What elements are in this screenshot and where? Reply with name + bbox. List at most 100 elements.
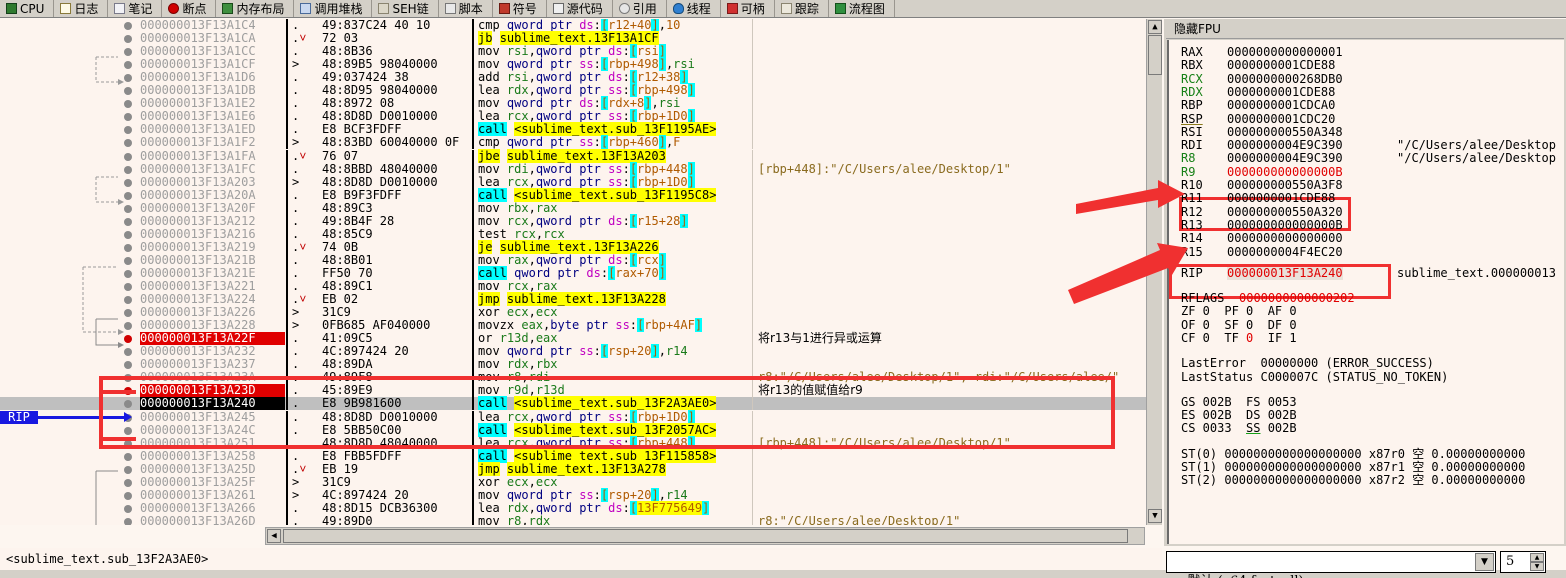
fpu-row[interactable]: ST(0) 0000000000000000000 x87r0 空 0.0000… (1169, 447, 1564, 461)
register-value[interactable]: 000000000550A348 (1227, 125, 1343, 139)
bookmark-dot-icon[interactable] (124, 465, 132, 474)
scroll-up-button[interactable]: ▲ (1148, 20, 1162, 34)
tab-引用[interactable]: 引用 (613, 0, 667, 17)
bookmark-dot-icon[interactable] (124, 256, 132, 265)
scroll-left-button[interactable]: ◀ (267, 529, 281, 543)
segment-row[interactable]: GS 002B FS 0053 (1169, 395, 1564, 409)
register-value[interactable]: 0000000000268DB0 (1227, 72, 1343, 86)
register-value[interactable]: 0000000001CDCA0 (1227, 99, 1335, 112)
bookmark-dot-icon[interactable] (124, 61, 132, 70)
tab-日志[interactable]: 日志 (54, 0, 109, 17)
calling-convention-combo[interactable]: 默认 (x64 fastcall) ▼ (1166, 551, 1496, 578)
bookmark-dot-icon[interactable] (124, 22, 132, 30)
register-row[interactable]: R15 0000000004F4EC20 (1169, 245, 1564, 259)
disassembly-vertical-scrollbar[interactable]: ▲ ▼ (1146, 19, 1162, 525)
tab-脚本[interactable]: 脚本 (439, 0, 493, 17)
tab-CPU[interactable]: CPU (0, 0, 55, 17)
disassembly-row[interactable]: 000000013F13A1F2 >48:83BD 60040000 0F cmp … (0, 135, 1162, 150)
register-row[interactable]: RDX 0000000001CDE88 (1169, 85, 1564, 99)
segment-row[interactable]: ES 002B DS 002B (1169, 409, 1564, 422)
register-value[interactable]: 0000000004F4EC20 (1227, 245, 1343, 259)
register-row-rflags[interactable]: RFLAGS 0000000000000202 (1169, 292, 1564, 305)
disassembly-row[interactable]: 000000013F13A245. 48:8D8D D0010000 lea rcx… (0, 409, 1162, 424)
register-row[interactable]: RDI 0000000004E9C390 "/C/Users/alee/Deskto… (1169, 139, 1564, 152)
bookmark-dot-icon[interactable] (124, 504, 132, 513)
bookmark-dot-icon[interactable] (124, 191, 132, 200)
bookmark-dot-icon[interactable] (124, 322, 132, 331)
bookmark-dot-icon[interactable] (124, 126, 132, 135)
flag-row[interactable]: ZF 0 PF 0 AF 0 (1169, 305, 1564, 318)
register-value[interactable]: 0000000000000000 (1227, 232, 1343, 245)
tab-调用堆栈[interactable]: 调用堆栈 (294, 0, 373, 17)
disassembly-row[interactable]: 000000013F13A26D. 49:89D0 mov r8,rdx r8:"/C… (0, 514, 1162, 525)
register-value[interactable]: 0000000004E9C390 (1227, 152, 1343, 165)
bookmark-dot-icon[interactable] (124, 230, 132, 239)
register-row[interactable]: RBX 0000000001CDE88 (1169, 59, 1564, 72)
tab-流程图[interactable]: 流程图 (829, 0, 895, 17)
spinner-down-icon[interactable]: ▼ (1530, 562, 1544, 571)
chevron-down-icon[interactable]: ▼ (1475, 553, 1494, 571)
register-row[interactable]: R13 000000000000000B (1169, 218, 1564, 232)
bookmark-dot-icon[interactable] (124, 152, 132, 161)
register-list[interactable]: RAX 0000000000000001 RBX 0000000001CDE88 RCX… (1167, 40, 1564, 544)
bookmark-dot-icon[interactable] (124, 178, 132, 187)
bookmark-dot-icon[interactable] (124, 165, 132, 174)
last-error-row[interactable]: LastError 00000000 (ERROR_SUCCESS) (1169, 357, 1564, 370)
bookmark-dot-icon[interactable] (124, 74, 132, 83)
disassembly-row[interactable]: 000000013F13A20A. E8 B9F3FDFF call <sublim… (0, 187, 1162, 202)
register-value[interactable]: 000000000000000B (1227, 218, 1343, 232)
tab-可柄[interactable]: 可柄 (721, 0, 775, 17)
spinner-up-icon[interactable]: ▲ (1530, 553, 1544, 562)
disassembly-row[interactable]: 000000013F13A258. E8 FBB5FDFF call <sublim… (0, 448, 1162, 463)
register-value[interactable]: 000000000550A320 (1227, 205, 1343, 219)
bookmark-dot-icon[interactable] (124, 374, 132, 383)
bookmark-dot-icon[interactable] (124, 309, 132, 318)
fpu-row[interactable]: ST(2) 0000000000000000000 x87r2 空 0.0000… (1169, 474, 1564, 487)
bookmark-dot-icon[interactable] (124, 452, 132, 461)
register-value[interactable]: 0000000000000001 (1227, 46, 1343, 59)
register-row-rip[interactable]: RIP 000000013F13A240 sublime_text.00000001… (1169, 266, 1564, 280)
register-row[interactable]: R12 000000000550A320 (1169, 205, 1564, 219)
bookmark-dot-icon[interactable] (124, 269, 132, 278)
scroll-down-button[interactable]: ▼ (1148, 509, 1162, 523)
segment-row[interactable]: CS 0033 SS 002B (1169, 422, 1564, 435)
bookmark-dot-icon[interactable] (124, 48, 132, 57)
disassembly-rows[interactable]: 000000013F13A1C4. 49:837C24 40 10 cmp qwor… (0, 19, 1162, 525)
disassembly-row[interactable]: 000000013F13A216. 48:85C9 test rcx,rcx (0, 227, 1162, 241)
bookmark-dot-icon[interactable] (124, 296, 132, 305)
register-row[interactable]: RSP 0000000001CDC20 (1169, 112, 1564, 126)
register-row[interactable]: R10 000000000550A3F8 (1169, 179, 1564, 192)
tab-断点[interactable]: 断点 (162, 0, 217, 17)
register-row[interactable]: RAX 0000000000000001 (1169, 46, 1564, 59)
disassembly-row[interactable]: 000000013F13A21B. 48:8B01 mov rax,qword pt… (0, 252, 1162, 267)
tab-内存布局[interactable]: 内存布局 (216, 0, 295, 17)
bookmark-dot-icon[interactable] (124, 361, 132, 370)
tab-符号[interactable]: 符号 (493, 0, 547, 17)
scroll-thumb-vertical[interactable] (1148, 35, 1162, 75)
register-row[interactable]: RBP 0000000001CDCA0 (1169, 99, 1564, 112)
disassembly-pane[interactable]: 000000013F13A1C4. 49:837C24 40 10 cmp qwor… (0, 19, 1162, 525)
bookmark-dot-icon[interactable] (124, 204, 132, 213)
hide-fpu-label[interactable]: 隐藏FPU (1166, 19, 1564, 39)
tab-线程[interactable]: 线程 (667, 0, 721, 17)
spinner-buttons[interactable]: ▲ ▼ (1530, 553, 1544, 571)
register-value[interactable]: 0000000000000202 (1239, 292, 1355, 305)
tab-笔记[interactable]: 笔记 (108, 0, 163, 17)
scroll-thumb-horizontal[interactable] (283, 529, 1128, 543)
breakpoint-dot-icon[interactable] (124, 335, 132, 344)
disassembly-row[interactable]: 000000013F13A266. 48:8D15 DCB36300 lea rdx… (0, 500, 1162, 515)
register-value[interactable]: 000000013F13A240 (1227, 266, 1343, 280)
tab-源代码[interactable]: 源代码 (547, 0, 613, 17)
bookmark-dot-icon[interactable] (124, 35, 132, 44)
flag-row[interactable]: OF 0 SF 0 DF 0 (1169, 318, 1564, 332)
register-value[interactable]: 0000000001CDC20 (1227, 112, 1335, 126)
bookmark-dot-icon[interactable] (124, 100, 132, 109)
bookmark-dot-icon[interactable] (124, 517, 132, 525)
argument-count-spinner[interactable]: 5 ▲ ▼ (1500, 551, 1546, 573)
register-row[interactable]: R14 0000000000000000 (1169, 232, 1564, 245)
bookmark-dot-icon[interactable] (124, 478, 132, 487)
register-row[interactable]: RSI 000000000550A348 (1169, 125, 1564, 139)
register-row[interactable]: RCX 0000000000268DB0 (1169, 72, 1564, 86)
register-value[interactable]: 0000000001CDE88 (1227, 59, 1335, 72)
bookmark-dot-icon[interactable] (124, 283, 132, 291)
